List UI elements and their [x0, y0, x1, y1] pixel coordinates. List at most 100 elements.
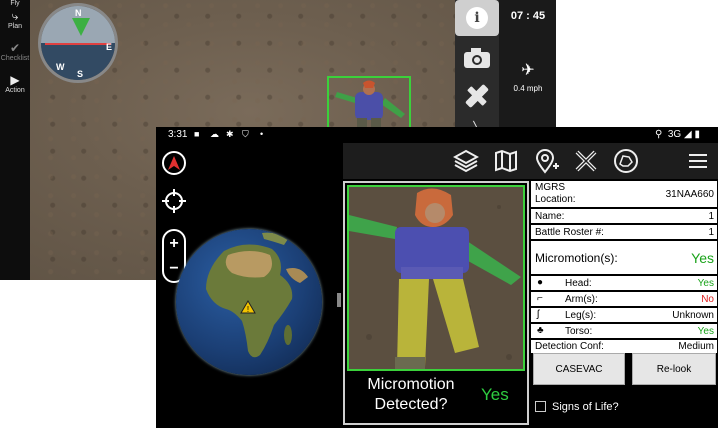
settings-status-icon: ✱ — [226, 129, 234, 139]
mgrs-row: MGRS Location: 31NAA660 — [531, 181, 717, 208]
detection-conf-label: Detection Conf: — [535, 341, 604, 352]
drone-speed: 0.4 mph — [513, 84, 543, 93]
africa-map-icon: ! — [206, 232, 308, 358]
signal-icon: ◢ — [684, 129, 692, 140]
checklist-icon: ✔ — [9, 41, 21, 55]
roster-label: Battle Roster #: — [535, 227, 604, 238]
battery-icon: ▮ — [694, 129, 700, 140]
add-location-icon — [535, 149, 559, 174]
nav-checklist-label: Checklist — [0, 55, 30, 62]
nav-action-label: Action — [5, 87, 25, 94]
layers-button[interactable] — [451, 146, 481, 176]
arm-value: No — [701, 294, 714, 305]
nav-fly[interactable]: Fly — [0, 0, 30, 7]
torso-icon: ♣ — [537, 325, 544, 336]
nav-plan[interactable]: ⤷ Plan — [0, 9, 30, 31]
drone-side-nav: Fly ⤷ Plan ✔ Checklist ▶ Action — [0, 0, 30, 280]
head-label: Head: — [565, 278, 592, 289]
map-button[interactable] — [491, 146, 521, 176]
attitude-compass: N E S W — [38, 3, 118, 83]
status-right: ⚲ 3G ◢ ▮ — [655, 129, 700, 140]
plan-icon: ⤷ — [11, 9, 19, 23]
name-row[interactable]: Name: 1 — [531, 209, 717, 224]
head-value: Yes — [697, 278, 714, 289]
mgrs-label: MGRS Location: — [535, 182, 576, 205]
info-icon: i — [466, 7, 488, 29]
north-button[interactable] — [162, 151, 186, 175]
zoom-in-button[interactable]: + — [164, 231, 184, 256]
head-row: ● Head: Yes — [531, 276, 717, 291]
network-type: 3G — [667, 129, 682, 140]
nav-plan-label: Plan — [7, 23, 22, 30]
cloud-icon: ☁ — [210, 129, 219, 139]
map-drag-handle[interactable] — [337, 293, 341, 307]
drone-speed-icon: ✈ — [521, 62, 535, 79]
roster-row[interactable]: Battle Roster #: 1 — [531, 225, 717, 240]
relook-button[interactable]: Re-look — [632, 353, 716, 385]
casualty-thermal-image[interactable] — [347, 185, 525, 371]
close-x-icon — [575, 150, 597, 172]
mgrs-value: 31NAA660 — [665, 189, 714, 200]
compass-e: E — [105, 42, 112, 52]
locate-button[interactable] — [162, 189, 186, 213]
casualty-info-panel: MGRS Location: 31NAA660 Name: 1 Battle R… — [531, 181, 718, 428]
map-panel: + − ! — [156, 143, 341, 428]
signs-of-life-checkbox[interactable] — [535, 401, 546, 412]
nav-action[interactable]: ▶ Action — [0, 74, 30, 95]
name-label: Name: — [535, 211, 565, 222]
micromotion-value: Yes — [691, 250, 714, 266]
signs-of-life-row[interactable]: Signs of Life? — [535, 401, 619, 413]
map-icon — [495, 149, 517, 173]
head-icon: ● — [537, 277, 544, 288]
nav-checklist[interactable]: ✔ Checklist — [0, 41, 30, 63]
satellite-button[interactable] — [459, 78, 495, 114]
svg-text:!: ! — [247, 305, 249, 314]
torso-row: ♣ Torso: Yes — [531, 324, 717, 339]
leg-icon: ʃ — [537, 309, 540, 320]
k9-button[interactable] — [611, 146, 641, 176]
compass-w: W — [56, 62, 65, 72]
casualty-figure — [349, 187, 523, 369]
location-status-icon: ⚲ — [654, 129, 663, 140]
torso-label: Torso: — [565, 326, 593, 337]
camera-icon — [464, 48, 490, 68]
app-toolbar — [343, 143, 718, 179]
dot-icon: • — [260, 129, 264, 139]
nav-fly-label: Fly — [10, 0, 20, 7]
arm-icon: ⌐ — [537, 293, 543, 304]
info-button[interactable]: i — [455, 0, 499, 36]
roster-value: 1 — [708, 227, 714, 238]
name-value: 1 — [708, 211, 714, 222]
leg-value: Unknown — [672, 310, 714, 321]
compass-n: N — [75, 8, 82, 18]
compass-s: S — [77, 69, 84, 79]
arm-row: ⌐ Arm(s): No — [531, 292, 717, 307]
drone-person-figure — [335, 80, 405, 130]
status-bar: 3:31 ■ ☁ ✱ ⛉ • ⚲ 3G ◢ ▮ — [156, 127, 718, 143]
north-arrow-icon — [168, 156, 180, 170]
detection-conf-value: Medium — [678, 341, 714, 352]
layers-icon — [453, 149, 479, 173]
torso-value: Yes — [697, 326, 714, 337]
camera-button[interactable] — [459, 40, 495, 76]
close-button[interactable] — [571, 146, 601, 176]
micromotion-row: Micromotion(s): Yes — [531, 241, 717, 275]
status-time: 3:31 — [168, 129, 188, 140]
detection-conf-row: Detection Conf: Medium — [531, 340, 717, 354]
casevac-button[interactable]: CASEVAC — [533, 353, 625, 385]
horizon-line — [45, 43, 111, 45]
globe-map[interactable]: ! — [176, 229, 322, 375]
micromotion-label: Micromotion(s): — [535, 251, 618, 265]
add-location-button[interactable] — [531, 146, 561, 176]
shield-status-icon: ⛉ — [242, 129, 249, 139]
flight-time: 07 : 45 — [510, 10, 546, 22]
menu-icon — [689, 154, 707, 168]
signs-of-life-label: Signs of Life? — [552, 401, 619, 413]
micromotion-detected-value: Yes — [481, 385, 509, 404]
menu-button[interactable] — [683, 146, 713, 176]
arm-label: Arm(s): — [565, 294, 598, 305]
notification-icon: ■ — [194, 129, 200, 139]
casualty-photo-card: Micromotion Detected? Yes — [343, 181, 529, 425]
micromotion-detected-label: Micromotion Detected? — [367, 376, 455, 413]
compass-dog-icon — [614, 149, 638, 173]
